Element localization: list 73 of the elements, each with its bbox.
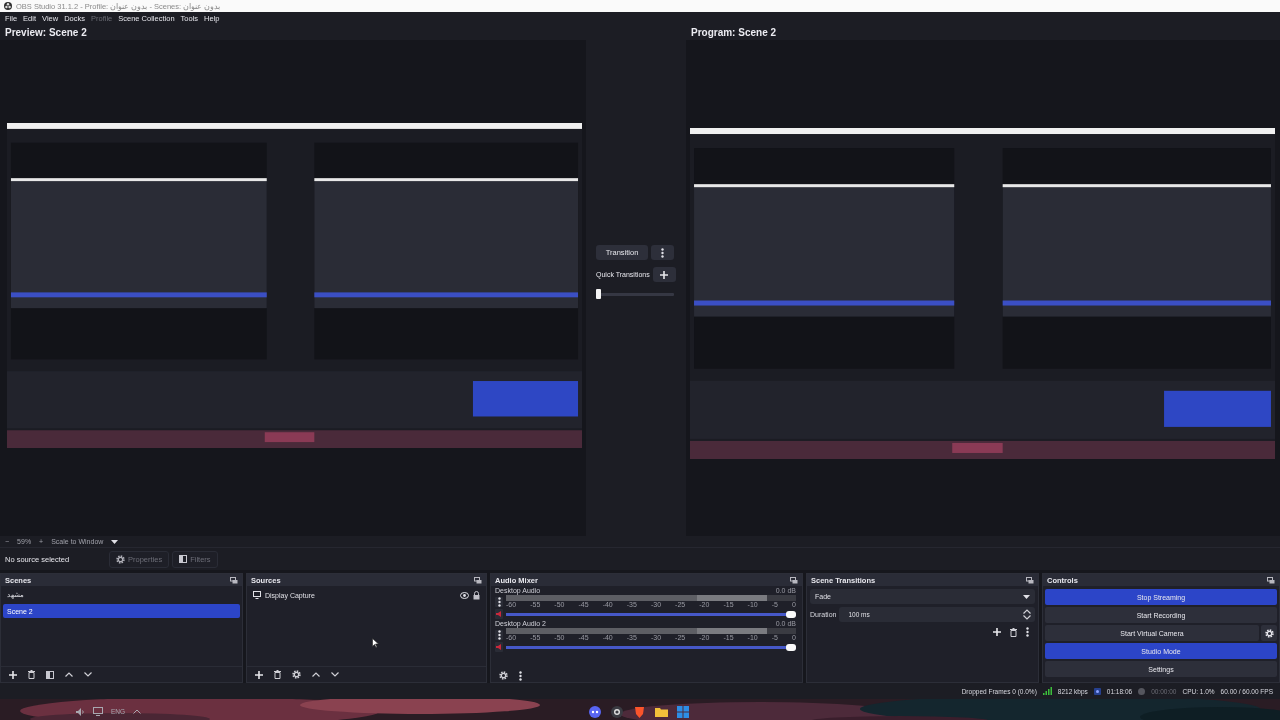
add-button[interactable]: [7, 668, 19, 681]
plus-icon: [255, 670, 263, 679]
chevron-down-icon: [84, 672, 92, 677]
eye-icon[interactable]: [460, 591, 469, 599]
chevron-down-icon: [1023, 615, 1031, 620]
move-up-button[interactable]: [310, 670, 322, 679]
channel-menu-button[interactable]: [495, 630, 503, 640]
monitor-icon[interactable]: [93, 707, 103, 716]
properties-button[interactable]: [290, 668, 303, 681]
app-logo-icon: [4, 2, 12, 10]
gear-icon: [116, 554, 125, 564]
program-title: Program: Scene 2: [690, 26, 778, 40]
speaker-icon[interactable]: [76, 707, 85, 716]
more-icon: [519, 670, 522, 681]
volume-slider-handle[interactable]: [786, 643, 796, 651]
speaker-icon: [495, 644, 503, 650]
gear-icon: [1264, 628, 1274, 638]
preview-title: Preview: Scene 2: [4, 26, 88, 40]
float-icon: [1026, 576, 1034, 584]
plus-icon: [993, 628, 1001, 636]
more-icon: [497, 630, 501, 640]
more-button[interactable]: [1024, 625, 1031, 639]
settings-button[interactable]: [1261, 625, 1277, 641]
filters-button[interactable]: [44, 668, 56, 681]
signal-icon: [1042, 687, 1052, 695]
shield-icon[interactable]: [632, 704, 646, 719]
remove-button[interactable]: [272, 668, 283, 681]
float-icon: [790, 576, 798, 584]
chevron-up-icon: [1023, 609, 1031, 614]
chevron-up-icon: [312, 672, 320, 677]
add-button[interactable]: [991, 625, 1003, 639]
speaker-icon: [495, 611, 503, 617]
more-icon: [497, 597, 501, 607]
move-down-button[interactable]: [82, 670, 94, 679]
add-button[interactable]: [652, 267, 676, 282]
remove-button[interactable]: [1008, 625, 1019, 639]
caret-icon: [111, 539, 119, 544]
chevron-up-icon[interactable]: [133, 709, 142, 714]
more-button[interactable]: [517, 668, 524, 683]
channel-menu-button[interactable]: [495, 597, 503, 607]
filter-icon: [46, 670, 54, 679]
float-icon: [230, 576, 238, 584]
chevron-down-icon: [331, 672, 339, 677]
chevron-up-icon: [65, 672, 73, 677]
filter-icon: [179, 555, 188, 563]
float-icon: [474, 576, 482, 584]
more-icon: [1026, 627, 1029, 637]
move-up-button[interactable]: [63, 670, 75, 679]
trash-icon: [274, 670, 281, 679]
more-button[interactable]: [651, 245, 674, 260]
transition-slider-handle[interactable]: [596, 289, 601, 299]
volume-slider-handle[interactable]: [786, 610, 796, 618]
more-icon: [661, 247, 664, 258]
move-down-button[interactable]: [329, 670, 341, 679]
plus-icon: [9, 670, 17, 679]
float-icon: [1267, 576, 1275, 584]
advanced-audio-button[interactable]: [497, 669, 510, 682]
window-icon[interactable]: [676, 704, 690, 719]
gear-icon: [292, 670, 301, 679]
cursor-icon: [372, 638, 379, 648]
remove-button[interactable]: [26, 668, 37, 681]
caret-icon: [1023, 594, 1030, 599]
app-icon[interactable]: [588, 704, 602, 719]
add-button[interactable]: [253, 668, 265, 681]
stream-icon: [1093, 687, 1101, 695]
plus-icon: [660, 270, 669, 279]
trash-icon: [1010, 627, 1017, 637]
browser-icon[interactable]: [610, 704, 624, 719]
monitor-icon: [253, 591, 261, 599]
trash-icon: [28, 670, 35, 679]
record-icon: [1138, 687, 1146, 695]
lock-icon[interactable]: [473, 590, 480, 600]
gear-icon: [499, 671, 508, 680]
